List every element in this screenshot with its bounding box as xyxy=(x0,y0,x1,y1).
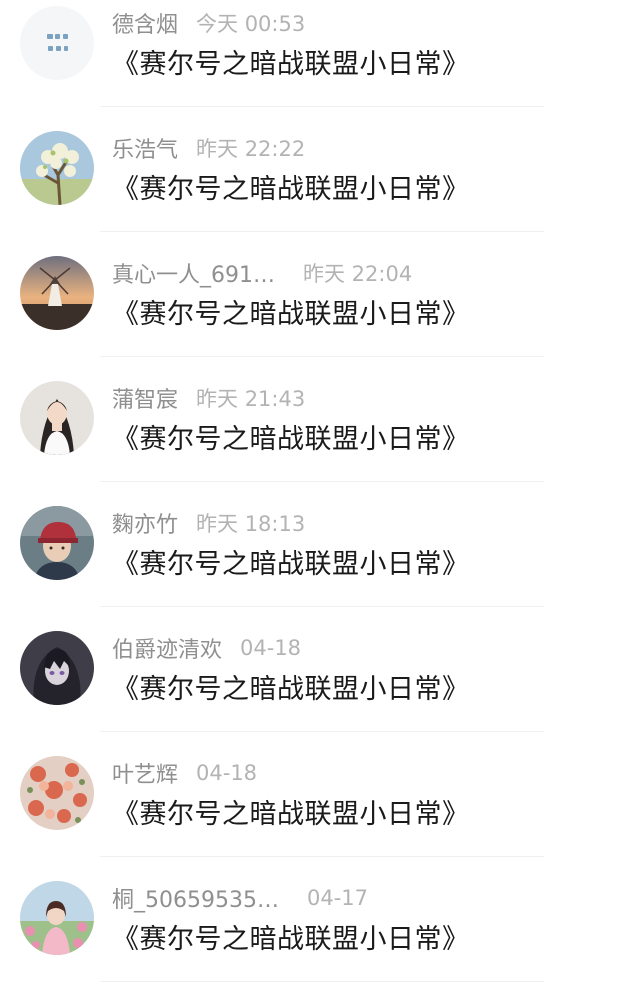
divider xyxy=(100,981,544,982)
list-item[interactable]: 叶艺辉 04-18 《赛尔号之暗战联盟小日常》 xyxy=(0,750,640,875)
divider xyxy=(100,731,544,732)
username[interactable]: 真心一人_691… xyxy=(112,257,275,289)
list-item[interactable]: 乐浩气 昨天 22:22 《赛尔号之暗战联盟小日常》 xyxy=(0,125,640,250)
comment-meta: 麴亦竹 昨天 18:13 xyxy=(112,506,305,540)
avatar-anime-girl-icon[interactable] xyxy=(20,631,94,705)
divider xyxy=(100,356,544,357)
timestamp: 昨天 21:43 xyxy=(196,387,306,411)
avatar-flower-girl-icon[interactable] xyxy=(20,881,94,955)
list-item[interactable]: 真心一人_691… 昨天 22:04 《赛尔号之暗战联盟小日常》 xyxy=(0,250,640,375)
comment-text: 《赛尔号之暗战联盟小日常》 xyxy=(112,799,470,830)
timestamp: 昨天 22:04 xyxy=(303,262,413,286)
timestamp: 04-17 xyxy=(306,886,369,910)
username[interactable]: 德含烟 xyxy=(112,7,178,39)
username[interactable]: 乐浩气 xyxy=(112,132,178,164)
comment-text: 《赛尔号之暗战联盟小日常》 xyxy=(112,549,470,580)
divider xyxy=(100,231,544,232)
avatar-red-cap-person-icon[interactable] xyxy=(20,506,94,580)
username[interactable]: 桐_50659535… xyxy=(112,882,279,914)
comment-meta: 乐浩气 昨天 22:22 xyxy=(112,131,305,165)
comment-meta: 真心一人_691… 昨天 22:04 xyxy=(112,256,412,290)
comment-text: 《赛尔号之暗战联盟小日常》 xyxy=(112,674,470,705)
username[interactable]: 叶艺辉 xyxy=(112,757,178,789)
avatar-windmill-icon[interactable] xyxy=(20,256,94,330)
comment-text: 《赛尔号之暗战联盟小日常》 xyxy=(112,299,470,330)
comment-text: 《赛尔号之暗战联盟小日常》 xyxy=(112,49,470,80)
avatar-floral-icon[interactable] xyxy=(20,756,94,830)
comment-text: 《赛尔号之暗战联盟小日常》 xyxy=(112,924,470,955)
list-item[interactable]: 伯爵迹清欢 04-18 《赛尔号之暗战联盟小日常》 xyxy=(0,625,640,750)
divider xyxy=(100,856,544,857)
list-item[interactable]: 德含烟 今天 00:53 《赛尔号之暗战联盟小日常》 xyxy=(0,0,640,125)
timestamp: 昨天 18:13 xyxy=(196,512,306,536)
avatar-blossom-tree-icon[interactable] xyxy=(20,131,94,205)
timestamp: 昨天 22:22 xyxy=(196,137,306,161)
avatar-calligraphy-icon[interactable] xyxy=(20,6,94,80)
username[interactable]: 伯爵迹清欢 xyxy=(112,632,222,664)
list-item[interactable]: 麴亦竹 昨天 18:13 《赛尔号之暗战联盟小日常》 xyxy=(0,500,640,625)
timestamp: 04-18 xyxy=(240,636,302,660)
comment-meta: 德含烟 今天 00:53 xyxy=(112,6,305,40)
comment-text: 《赛尔号之暗战联盟小日常》 xyxy=(112,424,470,455)
divider xyxy=(100,481,544,482)
divider xyxy=(100,106,544,107)
comment-text: 《赛尔号之暗战联盟小日常》 xyxy=(112,174,470,205)
divider xyxy=(100,606,544,607)
comment-meta: 蒲智宸 昨天 21:43 xyxy=(112,381,305,415)
username[interactable]: 麴亦竹 xyxy=(112,507,178,539)
timestamp: 今天 00:53 xyxy=(196,12,306,36)
comment-meta: 伯爵迹清欢 04-18 xyxy=(112,631,301,665)
comment-meta: 桐_50659535… 04-17 xyxy=(112,881,368,915)
list-item[interactable]: 蒲智宸 昨天 21:43 《赛尔号之暗战联盟小日常》 xyxy=(0,375,640,500)
username[interactable]: 蒲智宸 xyxy=(112,382,178,414)
comment-meta: 叶艺辉 04-18 xyxy=(112,756,257,790)
timestamp: 04-18 xyxy=(196,761,258,785)
avatar-girl-portrait-icon[interactable] xyxy=(20,381,94,455)
list-item[interactable]: 桐_50659535… 04-17 《赛尔号之暗战联盟小日常》 xyxy=(0,875,640,1000)
comment-list: 德含烟 今天 00:53 《赛尔号之暗战联盟小日常》 乐浩气 昨天 22:22 … xyxy=(0,0,640,1000)
